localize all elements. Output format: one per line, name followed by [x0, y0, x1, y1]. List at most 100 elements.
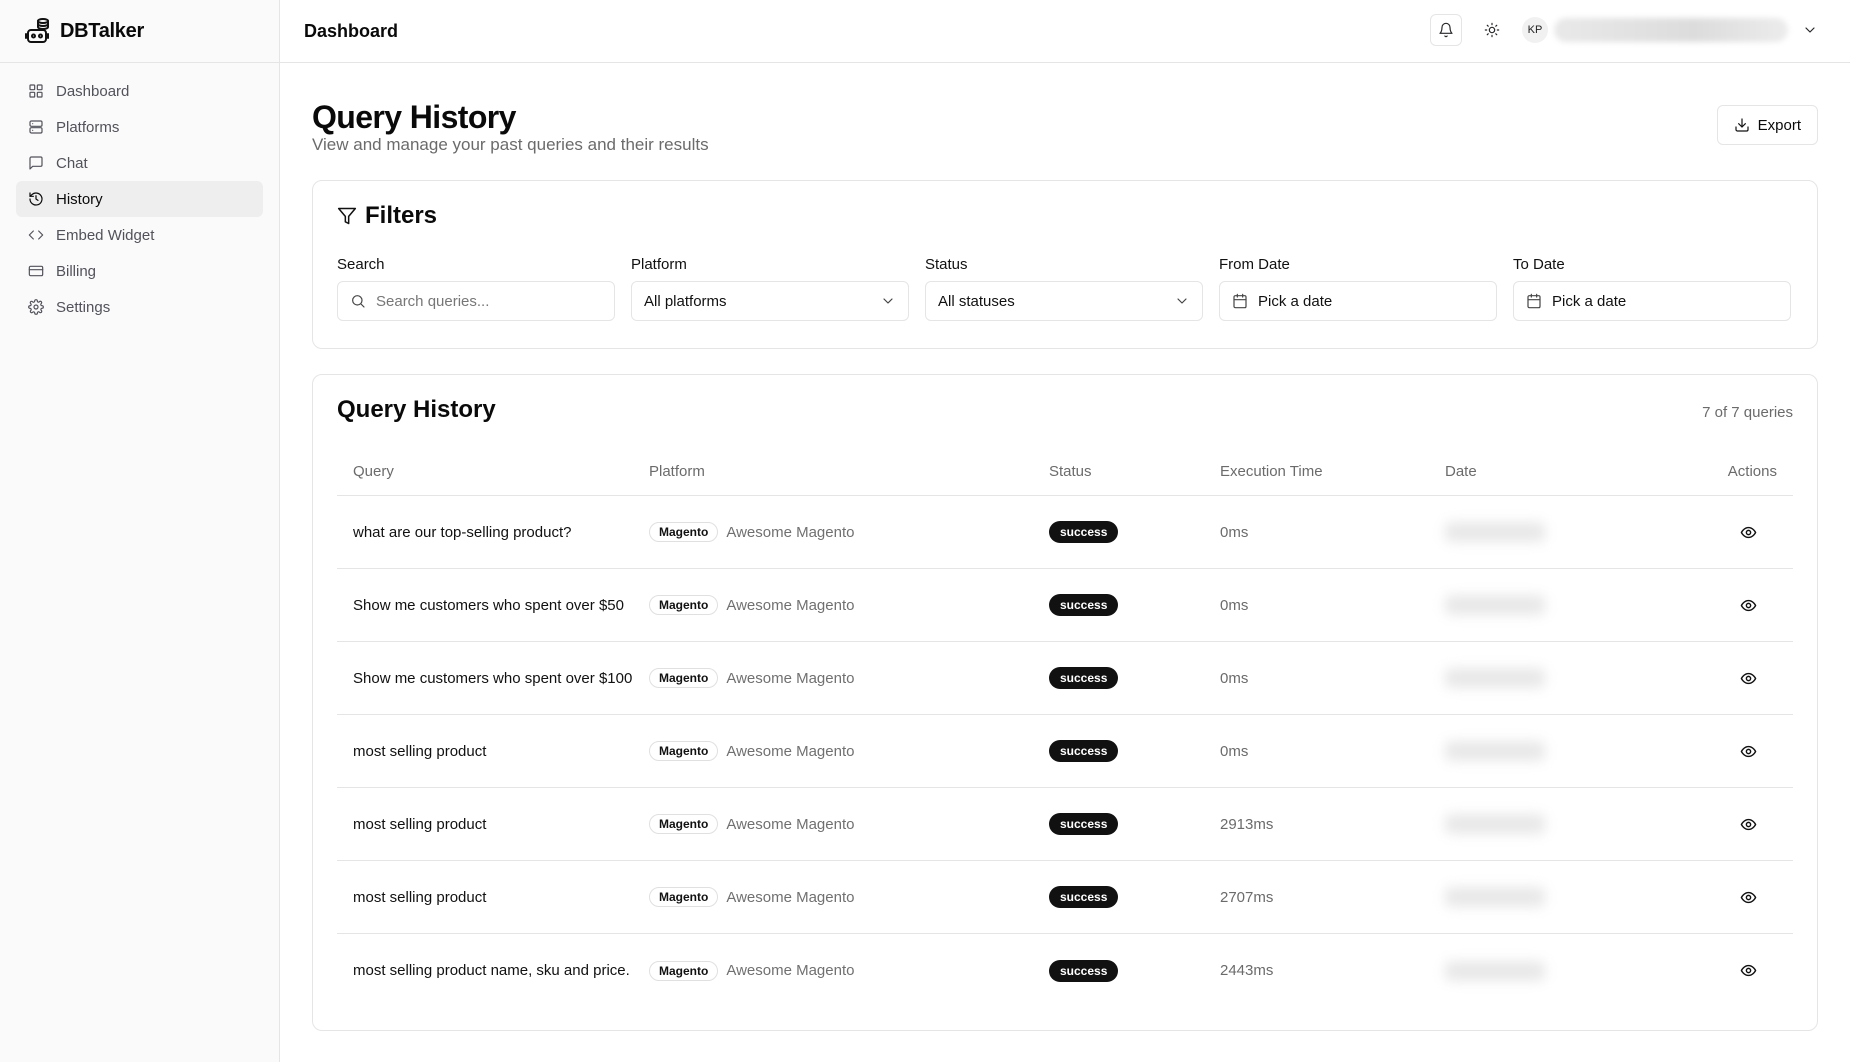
from-date-label: From Date — [1219, 256, 1290, 273]
sidebar-item-settings[interactable]: Settings — [16, 289, 263, 325]
sidebar-item-billing[interactable]: Billing — [16, 253, 263, 289]
sidebar-item-label: Dashboard — [56, 82, 130, 100]
main-content: Query History View and manage your past … — [280, 63, 1850, 1062]
platform-tag: Magento — [649, 887, 719, 907]
sidebar-item-history[interactable]: History — [16, 181, 263, 217]
history-title: Query History — [337, 396, 496, 423]
status-badge: success — [1049, 521, 1119, 543]
table-row[interactable]: what are our top-selling product? Magent… — [337, 496, 1793, 569]
table-row[interactable]: Show me customers who spent over $100 Ma… — [337, 642, 1793, 715]
user-menu[interactable]: KP — [1522, 17, 1818, 43]
platform-name: Awesome Magento — [726, 888, 855, 906]
execution-time: 0ms — [1220, 596, 1249, 614]
calendar-icon — [1233, 293, 1247, 309]
table-row[interactable]: Show me customers who spent over $50 Mag… — [337, 569, 1793, 642]
calendar-icon — [1527, 293, 1541, 309]
platform-cell: Magento Awesome Magento — [649, 960, 1049, 981]
date-cell — [1445, 668, 1645, 688]
date-cell — [1445, 887, 1645, 907]
view-button[interactable] — [1645, 670, 1793, 687]
export-button[interactable]: Export — [1716, 105, 1818, 145]
history-count: 7 of 7 queries — [1702, 404, 1793, 421]
filters-card: Filters Search Search queries... Platfor… — [312, 180, 1818, 349]
platform-tag: Magento — [649, 522, 719, 542]
table-row[interactable]: most selling product Magento Awesome Mage… — [337, 788, 1793, 861]
sidebar-item-label: Billing — [56, 262, 97, 280]
table-row[interactable]: most selling product name, sku and price… — [337, 934, 1793, 1007]
top-bar: Dashboard KP — [280, 0, 1850, 63]
execution-time: 0ms — [1220, 669, 1249, 687]
query-history-card: Query History 7 of 7 queries Query Platf… — [312, 374, 1818, 1031]
brand[interactable]: DBTalker — [0, 0, 279, 63]
status-filter: Status All statuses — [925, 256, 1203, 321]
sidebar-item-dashboard[interactable]: Dashboard — [16, 73, 263, 109]
redacted-date — [1445, 595, 1545, 615]
chat-bubble-icon — [29, 156, 43, 170]
redacted-date — [1445, 887, 1545, 907]
chevron-down-icon — [1177, 298, 1187, 304]
execution-time: 2913ms — [1220, 815, 1274, 833]
sidebar-item-platforms[interactable]: Platforms — [16, 109, 263, 145]
platform-tag: Magento — [649, 814, 719, 834]
to-date-label: To Date — [1513, 256, 1565, 273]
status-select[interactable]: All statuses — [925, 281, 1203, 321]
from-date-picker[interactable]: Pick a date — [1219, 281, 1497, 321]
sidebar-item-label: Embed Widget — [56, 226, 155, 244]
search-input[interactable]: Search queries... — [337, 281, 615, 321]
sidebar: DBTalker Dashboard Platforms Chat Histor… — [0, 0, 280, 1062]
view-button[interactable] — [1645, 743, 1793, 760]
status-cell: success — [1049, 521, 1220, 543]
search-label: Search — [337, 256, 385, 273]
view-button[interactable] — [1645, 889, 1793, 906]
view-button[interactable] — [1645, 962, 1793, 979]
theme-toggle-button[interactable] — [1476, 14, 1508, 46]
platform-name: Awesome Magento — [726, 669, 855, 687]
redacted-date — [1445, 814, 1545, 834]
execution-time: 2707ms — [1220, 888, 1274, 906]
query-text: Show me customers who spent over $50 — [353, 596, 624, 614]
column-header-execution-time[interactable]: Execution Time — [1220, 463, 1445, 480]
chevron-down-icon — [883, 298, 893, 304]
platform-label: Platform — [631, 256, 687, 273]
sidebar-item-chat[interactable]: Chat — [16, 145, 263, 181]
date-cell — [1445, 595, 1645, 615]
search-filter: Search Search queries... — [337, 256, 615, 321]
platform-select[interactable]: All platforms — [631, 281, 909, 321]
status-badge: success — [1049, 813, 1119, 835]
redacted-date — [1445, 522, 1545, 542]
platform-tag: Magento — [649, 595, 719, 615]
sidebar-nav: Dashboard Platforms Chat History Embed W… — [0, 63, 279, 335]
platform-select-value: All platforms — [644, 292, 727, 310]
view-button[interactable] — [1645, 524, 1793, 541]
platform-filter: Platform All platforms — [631, 256, 909, 321]
to-date-picker[interactable]: Pick a date — [1513, 281, 1791, 321]
platform-cell: Magento Awesome Magento — [649, 668, 1049, 688]
sidebar-item-embed-widget[interactable]: Embed Widget — [16, 217, 263, 253]
execution-time: 0ms — [1220, 523, 1249, 541]
redacted-date — [1445, 960, 1545, 981]
filters-title: Filters — [365, 202, 438, 229]
query-text: most selling product name, sku and price… — [353, 962, 630, 979]
column-header-platform[interactable]: Platform — [649, 463, 1049, 480]
status-cell: success — [1049, 594, 1220, 616]
table-row[interactable]: most selling product Magento Awesome Mage… — [337, 715, 1793, 788]
download-icon — [1735, 118, 1749, 132]
column-header-status[interactable]: Status — [1049, 463, 1220, 480]
column-header-date[interactable]: Date — [1445, 463, 1645, 480]
sidebar-item-label: Settings — [56, 298, 111, 316]
status-cell: success — [1049, 959, 1220, 982]
code-icon — [28, 230, 44, 240]
view-button[interactable] — [1645, 816, 1793, 833]
date-cell — [1445, 522, 1645, 542]
execution-time: 0ms — [1220, 742, 1249, 760]
table-row[interactable]: most selling product Magento Awesome Mage… — [337, 861, 1793, 934]
view-button[interactable] — [1645, 597, 1793, 614]
status-cell: success — [1049, 740, 1220, 762]
redacted-user-email — [1554, 18, 1788, 42]
column-header-query[interactable]: Query — [337, 463, 649, 480]
date-cell — [1445, 741, 1645, 761]
platform-name: Awesome Magento — [726, 596, 855, 614]
query-text: what are our top-selling product? — [353, 523, 572, 541]
query-text: most selling product — [353, 742, 487, 760]
notifications-button[interactable] — [1430, 14, 1462, 46]
